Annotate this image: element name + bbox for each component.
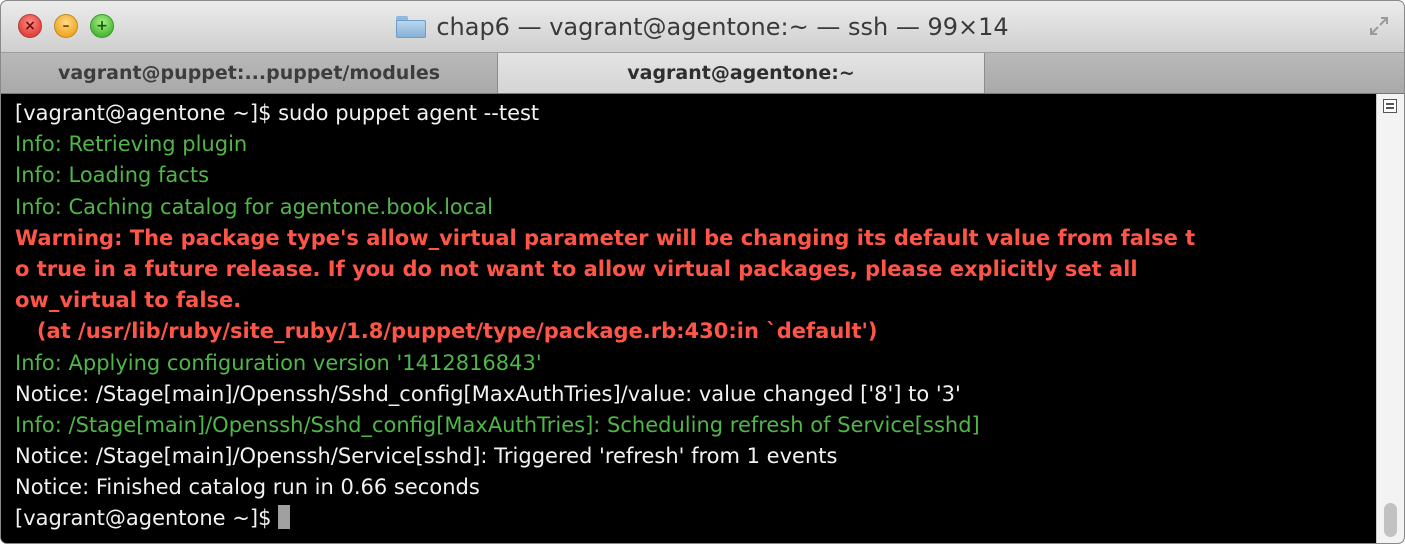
fullscreen-icon[interactable] bbox=[1368, 15, 1390, 37]
terminal-line: Info: Caching catalog for agentone.book.… bbox=[15, 194, 493, 219]
terminal-line: Notice: Finished catalog run in 0.66 sec… bbox=[15, 475, 480, 500]
window-title: chap6 — vagrant@agentone:~ — ssh — 99×14 bbox=[436, 13, 1009, 41]
text-cursor bbox=[278, 505, 291, 530]
terminal-line: Warning: The package type's allow_virtua… bbox=[15, 225, 1196, 250]
window-title-area: chap6 — vagrant@agentone:~ — ssh — 99×14 bbox=[1, 1, 1404, 53]
terminal-output[interactable]: [vagrant@agentone ~]$ sudo puppet agent … bbox=[1, 94, 1376, 543]
scroll-thumb[interactable] bbox=[1384, 503, 1397, 537]
scroll-menu-icon[interactable] bbox=[1383, 99, 1397, 113]
tab-bar: vagrant@puppet:...puppet/modules vagrant… bbox=[1, 53, 1404, 94]
terminal-line: o true in a future release. If you do no… bbox=[15, 256, 1138, 281]
terminal-line: ow_virtual to false. bbox=[15, 288, 242, 313]
tab-label: vagrant@puppet:...puppet/modules bbox=[57, 62, 441, 84]
tab-agentone[interactable]: vagrant@agentone:~ bbox=[498, 53, 985, 93]
terminal-line: Info: Applying configuration version '14… bbox=[15, 350, 542, 375]
terminal-line: Info: Retrieving plugin bbox=[15, 132, 248, 157]
terminal-line: (at /usr/lib/ruby/site_ruby/1.8/puppet/t… bbox=[15, 319, 878, 344]
terminal-line: Info: Loading facts bbox=[15, 163, 210, 188]
terminal-line: Notice: /Stage[main]/Openssh/Service[ssh… bbox=[15, 444, 838, 469]
tab-puppet-modules[interactable]: vagrant@puppet:...puppet/modules bbox=[1, 53, 498, 93]
terminal-line: Notice: /Stage[main]/Openssh/Sshd_config… bbox=[15, 381, 961, 406]
terminal-line: Info: /Stage[main]/Openssh/Sshd_config[M… bbox=[15, 412, 980, 437]
folder-icon bbox=[396, 16, 427, 38]
terminal-line: [vagrant@agentone ~]$ sudo puppet agent … bbox=[15, 101, 540, 125]
tab-label: vagrant@agentone:~ bbox=[627, 62, 855, 84]
title-bar[interactable]: × – + chap6 — vagrant@agentone:~ — ssh —… bbox=[1, 1, 1404, 53]
terminal-line: [vagrant@agentone ~]$ bbox=[15, 503, 1376, 534]
scrollbar[interactable] bbox=[1376, 94, 1404, 543]
terminal-window: × – + chap6 — vagrant@agentone:~ — ssh —… bbox=[0, 0, 1405, 544]
